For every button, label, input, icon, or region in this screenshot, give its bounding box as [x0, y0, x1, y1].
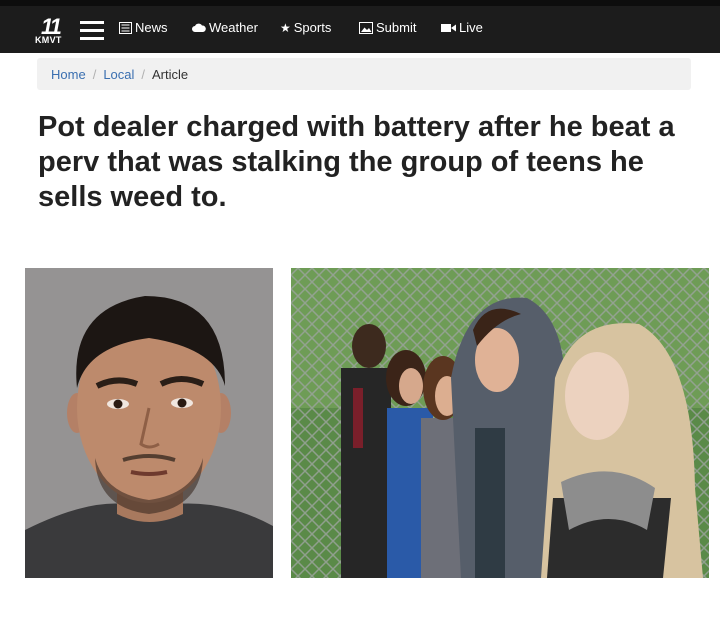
station-logo[interactable]: 11 KMVT	[33, 14, 69, 48]
nav-news-label: News	[135, 20, 168, 35]
breadcrumb: Home / Local / Article	[37, 58, 691, 90]
breadcrumb-local[interactable]: Local	[103, 67, 134, 82]
cloud-icon	[192, 23, 206, 32]
video-camera-icon	[441, 23, 456, 32]
image-icon	[359, 21, 373, 34]
nav-news[interactable]: News	[119, 20, 168, 35]
logo-callsign: KMVT	[35, 35, 62, 45]
nav-submit-label: Submit	[376, 20, 417, 35]
newspaper-icon	[119, 21, 132, 34]
breadcrumb-home[interactable]: Home	[51, 67, 86, 82]
nav-submit[interactable]: Submit	[359, 20, 416, 35]
menu-icon[interactable]	[80, 21, 104, 40]
breadcrumb-current: Article	[152, 66, 189, 82]
nav-live-label: Live	[459, 20, 483, 35]
nav-sports[interactable]: ★ Sports	[280, 20, 331, 35]
breadcrumb-separator: /	[141, 66, 146, 82]
nav-live[interactable]: Live	[441, 20, 483, 35]
nav-weather[interactable]: Weather	[192, 20, 258, 35]
article-headline: Pot dealer charged with battery after he…	[38, 111, 675, 213]
nav-weather-label: Weather	[209, 20, 258, 35]
teens-photo	[291, 268, 709, 578]
mugshot-photo	[25, 268, 273, 578]
breadcrumb-separator: /	[92, 66, 97, 82]
nav-sports-label: Sports	[293, 20, 332, 35]
star-icon: ★	[280, 20, 291, 35]
top-navigation-bar: 11 KMVT News Weather ★ Sports Submit Liv…	[0, 0, 720, 53]
